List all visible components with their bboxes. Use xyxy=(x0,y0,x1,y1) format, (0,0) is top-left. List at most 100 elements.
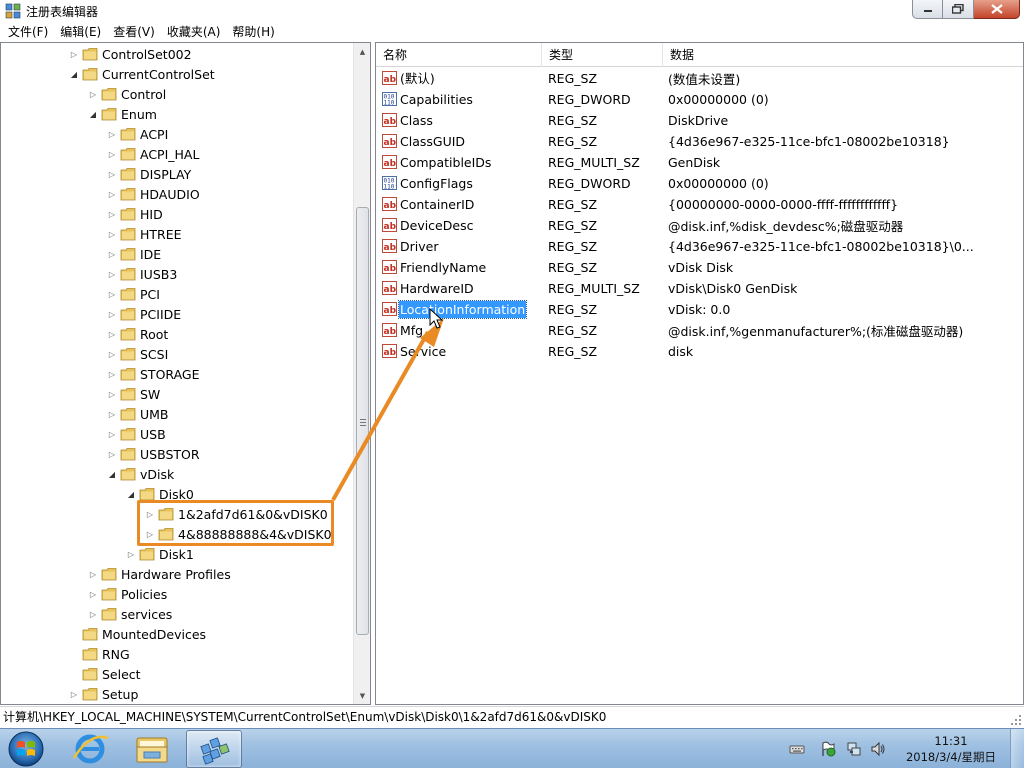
expand-arrow-icon[interactable]: ▷ xyxy=(107,309,117,319)
minimize-button[interactable] xyxy=(912,0,943,19)
tree-node[interactable]: ▷ HTREE xyxy=(107,224,182,244)
value-row[interactable]: 010 110 ConfigFlags REG_DWORD 0x00000000 (0) xyxy=(376,173,1023,194)
tree-node[interactable]: ▷ Root xyxy=(107,324,168,344)
expand-arrow-icon[interactable]: ▷ xyxy=(107,149,117,159)
expand-arrow-icon[interactable]: ▷ xyxy=(107,429,117,439)
value-row[interactable]: ab Driver REG_SZ {4d36e967-e325-11ce-bfc1-0… xyxy=(376,236,1023,257)
tree-node[interactable]: ▷ Setup xyxy=(69,684,138,704)
scroll-down-arrow-icon[interactable]: ▼ xyxy=(354,687,370,704)
tree-node[interactable]: ▷ DISPLAY xyxy=(107,164,191,184)
menu-favorites[interactable]: 收藏夹(A) xyxy=(161,22,227,42)
show-desktop-button[interactable] xyxy=(1010,729,1024,768)
menu-view[interactable]: 查看(V) xyxy=(107,22,161,42)
registry-key-tree[interactable]: ▲ ▼ ▷ ControlSet002 ◢ CurrentControlSet ▷ Con… xyxy=(0,42,371,705)
value-row[interactable]: ab HardwareID REG_MULTI_SZ vDisk\Disk0 GenD… xyxy=(376,278,1023,299)
expand-arrow-icon[interactable]: ▷ xyxy=(107,289,117,299)
expand-arrow-icon[interactable]: ▷ xyxy=(107,329,117,339)
tree-node[interactable]: ◢ vDisk xyxy=(107,464,174,484)
tree-node[interactable]: ▷ Policies xyxy=(88,584,167,604)
value-row[interactable]: ab FriendlyName REG_SZ vDisk Disk xyxy=(376,257,1023,278)
tree-node[interactable]: ▷ Hardware Profiles xyxy=(88,564,231,584)
tree-node[interactable]: ▷ IDE xyxy=(107,244,161,264)
tree-node[interactable]: ◢ Enum xyxy=(88,104,157,124)
close-button[interactable] xyxy=(974,0,1020,19)
expand-arrow-icon[interactable]: ▷ xyxy=(107,389,117,399)
value-row[interactable]: ab Mfg REG_SZ @disk.inf,%genmanufacturer%;(… xyxy=(376,320,1023,341)
tree-node[interactable]: ▷ HID xyxy=(107,204,163,224)
expand-arrow-icon[interactable]: ▷ xyxy=(126,549,136,559)
tree-node[interactable]: ▷ HDAUDIO xyxy=(107,184,200,204)
value-row[interactable]: ab Class REG_SZ DiskDrive xyxy=(376,110,1023,131)
expand-arrow-icon[interactable]: ▷ xyxy=(107,209,117,219)
expand-arrow-icon[interactable]: ▷ xyxy=(107,229,117,239)
keyboard-icon[interactable] xyxy=(789,741,805,757)
tree-node[interactable]: ▷ IUSB3 xyxy=(107,264,177,284)
network-icon[interactable] xyxy=(846,741,862,757)
tree-node[interactable]: ▷ ACPI_HAL xyxy=(107,144,200,164)
expand-arrow-icon[interactable]: ▷ xyxy=(88,569,98,579)
expand-arrow-icon[interactable]: ▷ xyxy=(88,609,98,619)
tree-node[interactable]: ▷ UMB xyxy=(107,404,169,424)
tree-node[interactable]: ▷ STORAGE xyxy=(107,364,200,384)
expand-arrow-icon[interactable]: ▷ xyxy=(107,369,117,379)
tree-node[interactable]: Select xyxy=(69,664,141,684)
expand-arrow-icon[interactable]: ▷ xyxy=(88,589,98,599)
expand-arrow-icon[interactable]: ▷ xyxy=(107,249,117,259)
tree-node[interactable]: ▷ SW xyxy=(107,384,160,404)
collapse-arrow-icon[interactable]: ◢ xyxy=(88,109,98,119)
value-row[interactable]: ab DeviceDesc REG_SZ @disk.inf,%disk_devdes… xyxy=(376,215,1023,236)
tree-node[interactable]: ▷ Disk1 xyxy=(126,544,194,564)
tree-node[interactable]: ▷ USBSTOR xyxy=(107,444,200,464)
menu-file[interactable]: 文件(F) xyxy=(2,22,54,42)
value-row[interactable]: ab Service REG_SZ disk xyxy=(376,341,1023,362)
tree-node[interactable]: ◢ CurrentControlSet xyxy=(69,64,215,84)
scroll-up-arrow-icon[interactable]: ▲ xyxy=(354,43,370,60)
tree-node[interactable]: ▷ ACPI xyxy=(107,124,168,144)
menu-edit[interactable]: 编辑(E) xyxy=(54,22,107,42)
volume-icon[interactable] xyxy=(870,741,886,757)
expand-arrow-icon[interactable]: ▷ xyxy=(107,189,117,199)
expand-arrow-icon[interactable]: ▷ xyxy=(107,269,117,279)
collapse-arrow-icon[interactable]: ◢ xyxy=(107,469,117,479)
tree-node[interactable]: MountedDevices xyxy=(69,624,206,644)
collapse-arrow-icon[interactable]: ◢ xyxy=(69,69,79,79)
tree-node[interactable]: ▷ ControlSet002 xyxy=(69,44,192,64)
taskbar-registry-editor[interactable] xyxy=(186,730,242,768)
expand-arrow-icon[interactable]: ▷ xyxy=(88,89,98,99)
value-row[interactable]: ab ClassGUID REG_SZ {4d36e967-e325-11ce-bfc… xyxy=(376,131,1023,152)
scroll-thumb[interactable] xyxy=(356,207,369,635)
expand-arrow-icon[interactable]: ▷ xyxy=(107,169,117,179)
start-button[interactable] xyxy=(4,729,48,768)
tree-node[interactable]: ▷ Control xyxy=(88,84,166,104)
taskbar-clock[interactable]: 11:31 2018/3/4/星期日 xyxy=(906,733,996,765)
expand-arrow-icon[interactable]: ▷ xyxy=(69,49,79,59)
expand-arrow-icon[interactable]: ▷ xyxy=(107,409,117,419)
expand-arrow-icon[interactable]: ▷ xyxy=(107,129,117,139)
value-row[interactable]: ab (默认) REG_SZ (数值未设置) xyxy=(376,68,1023,89)
value-row[interactable]: 010 110 Capabilities REG_DWORD 0x00000000 (0… xyxy=(376,89,1023,110)
expand-arrow-icon[interactable]: ▷ xyxy=(107,349,117,359)
tree-node[interactable]: RNG xyxy=(69,644,130,664)
resize-grip-icon[interactable] xyxy=(1010,714,1022,726)
action-center-flag-icon[interactable] xyxy=(820,741,836,757)
registry-values-list[interactable]: 名称 类型 数据 ab (默认) REG_SZ (数值未设置) 010 110 Capabi… xyxy=(375,42,1024,705)
column-header-type[interactable]: 类型 xyxy=(542,43,663,67)
taskbar-file-explorer[interactable] xyxy=(124,730,180,768)
tree-node[interactable]: ▷ PCI xyxy=(107,284,160,304)
expand-arrow-icon[interactable]: ▷ xyxy=(69,689,79,699)
value-row[interactable]: ab ContainerID REG_SZ {00000000-0000-0000-f… xyxy=(376,194,1023,215)
tree-node[interactable]: ▷ USB xyxy=(107,424,166,444)
expand-arrow-icon[interactable]: ▷ xyxy=(107,449,117,459)
taskbar-internet-explorer[interactable] xyxy=(62,730,118,768)
column-header-name[interactable]: 名称 xyxy=(376,43,542,67)
maximize-button[interactable] xyxy=(943,0,974,19)
tree-node[interactable]: ▷ PCIIDE xyxy=(107,304,181,324)
tree-node[interactable]: ▷ services xyxy=(88,604,172,624)
tree-node[interactable]: ▷ SCSI xyxy=(107,344,168,364)
tree-vertical-scrollbar[interactable]: ▲ ▼ xyxy=(353,43,370,704)
value-row[interactable]: ab CompatibleIDs REG_MULTI_SZ GenDisk xyxy=(376,152,1023,173)
column-header-data[interactable]: 数据 xyxy=(663,43,1023,67)
collapse-arrow-icon[interactable]: ◢ xyxy=(126,489,136,499)
value-row[interactable]: ab LocationInformation REG_SZ vDisk: 0.0 xyxy=(376,299,1023,320)
menu-help[interactable]: 帮助(H) xyxy=(226,22,280,42)
